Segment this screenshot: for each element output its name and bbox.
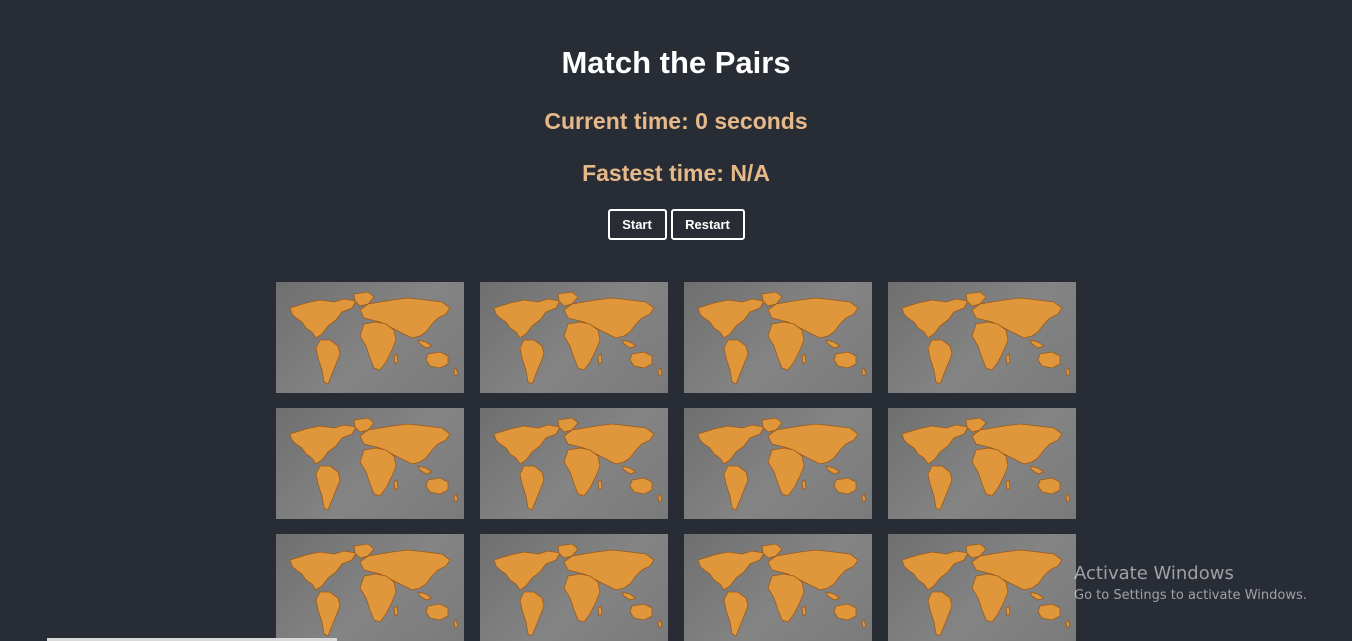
current-time-label: Current time: 0 seconds	[544, 108, 808, 134]
game-controls: Start Restart	[0, 209, 1352, 240]
card-grid	[276, 282, 1076, 641]
memory-card[interactable]	[888, 534, 1076, 641]
memory-card[interactable]	[684, 534, 872, 641]
memory-card[interactable]	[276, 534, 464, 641]
memory-card[interactable]	[276, 282, 464, 393]
watermark-title: Activate Windows	[1074, 563, 1234, 584]
memory-card[interactable]	[888, 282, 1076, 393]
memory-card[interactable]	[684, 282, 872, 393]
fastest-time-label: Fastest time: N/A	[582, 160, 770, 186]
restart-button[interactable]: Restart	[670, 209, 745, 240]
memory-card[interactable]	[480, 282, 668, 393]
watermark-subtitle: Go to Settings to activate Windows.	[1074, 588, 1307, 603]
memory-card[interactable]	[888, 408, 1076, 519]
memory-card[interactable]	[480, 408, 668, 519]
memory-card[interactable]	[276, 408, 464, 519]
game-page: Match the Pairs Current time: 0 seconds …	[0, 0, 1352, 641]
start-button[interactable]: Start	[607, 209, 667, 240]
memory-card[interactable]	[480, 534, 668, 641]
memory-card[interactable]	[684, 408, 872, 519]
windows-activation-watermark: Activate Windows Go to Settings to activ…	[1074, 563, 1307, 605]
page-title: Match the Pairs	[561, 45, 791, 80]
